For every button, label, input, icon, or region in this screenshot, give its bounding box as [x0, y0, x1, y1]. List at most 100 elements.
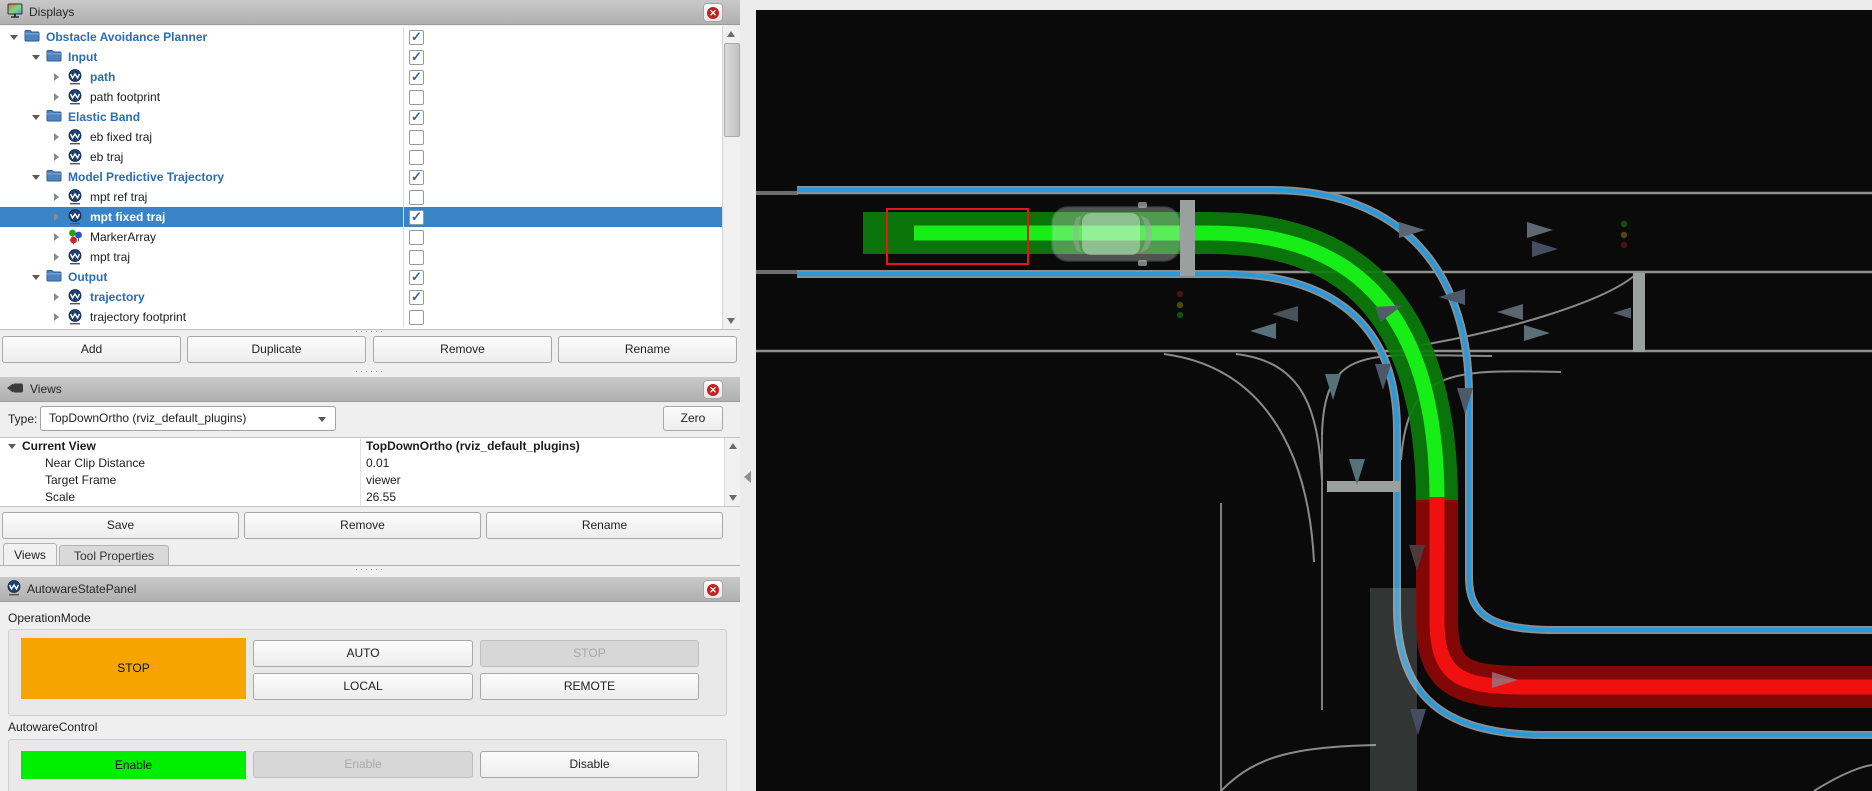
- tab-views[interactable]: Views: [3, 543, 57, 566]
- save-views-button[interactable]: Save: [2, 512, 239, 539]
- tree-item-elastic-band[interactable]: Elastic Band: [0, 107, 723, 127]
- tree-item-eb-traj[interactable]: eb traj: [0, 147, 723, 167]
- operation-mode-status: STOP: [21, 638, 246, 699]
- collapse-arrow[interactable]: [10, 35, 18, 40]
- displays-close-button[interactable]: ✕: [703, 3, 723, 22]
- property-row: Near Clip Distance0.01: [0, 455, 725, 472]
- expand-arrow[interactable]: [54, 193, 59, 201]
- remove-button[interactable]: Remove: [373, 336, 552, 363]
- tree-item-mpt-traj[interactable]: mpt traj: [0, 247, 723, 267]
- control-enable-button: Enable: [253, 751, 473, 778]
- tab-tool-properties[interactable]: Tool Properties: [59, 545, 169, 566]
- splitter-handle[interactable]: [0, 369, 740, 375]
- expand-arrow[interactable]: [54, 153, 59, 161]
- expand-arrow[interactable]: [54, 73, 59, 81]
- scroll-down-icon[interactable]: [729, 495, 737, 501]
- scroll-down-icon[interactable]: [727, 318, 735, 324]
- visibility-checkbox[interactable]: [409, 230, 424, 245]
- tree-item-trajectory[interactable]: trajectory: [0, 287, 723, 307]
- views-close-button[interactable]: ✕: [703, 380, 723, 399]
- scroll-up-icon[interactable]: [729, 443, 737, 449]
- autoware-icon: [68, 189, 82, 208]
- tree-item-mpt-ref-traj[interactable]: mpt ref traj: [0, 187, 723, 207]
- collapse-arrow[interactable]: [32, 115, 40, 120]
- visibility-checkbox[interactable]: [409, 50, 424, 65]
- visibility-checkbox[interactable]: [409, 270, 424, 285]
- properties-scrollbar[interactable]: [724, 438, 740, 506]
- visibility-checkbox[interactable]: [409, 290, 424, 305]
- rename-views-button[interactable]: Rename: [486, 512, 723, 539]
- traffic-light-marker: [1621, 221, 1627, 248]
- expand-arrow[interactable]: [54, 213, 59, 221]
- traffic-light-marker: [1177, 291, 1183, 318]
- splitter-handle[interactable]: [0, 329, 740, 335]
- expand-arrow[interactable]: [54, 133, 59, 141]
- opmode-auto-button[interactable]: AUTO: [253, 640, 473, 667]
- tree-item-output[interactable]: Output: [0, 267, 723, 287]
- visibility-checkbox[interactable]: [409, 170, 424, 185]
- state-panel-header[interactable]: AutowareStatePanel ✕: [0, 577, 740, 602]
- visibility-checkbox[interactable]: [409, 150, 424, 165]
- visibility-cell: [403, 107, 723, 127]
- visibility-cell: [403, 287, 723, 307]
- collapse-panel-icon[interactable]: [744, 471, 751, 483]
- tree-item-model-predictive-trajectory[interactable]: Model Predictive Trajectory: [0, 167, 723, 187]
- property-value[interactable]: TopDownOrtho (rviz_default_plugins): [366, 439, 580, 453]
- rename-button[interactable]: Rename: [558, 336, 737, 363]
- collapse-arrow[interactable]: [32, 275, 40, 280]
- collapse-arrow[interactable]: [32, 175, 40, 180]
- add-button[interactable]: Add: [2, 336, 181, 363]
- expand-arrow[interactable]: [54, 293, 59, 301]
- collapse-arrow[interactable]: [32, 55, 40, 60]
- 3d-viewport[interactable]: [756, 10, 1872, 791]
- property-value[interactable]: 0.01: [366, 456, 389, 470]
- expand-arrow[interactable]: [54, 253, 59, 261]
- collapse-arrow[interactable]: [8, 444, 16, 449]
- visibility-checkbox[interactable]: [409, 250, 424, 265]
- tree-item-path[interactable]: path: [0, 67, 723, 87]
- zero-button[interactable]: Zero: [663, 406, 723, 431]
- tree-item-mpt-fixed-traj[interactable]: mpt fixed traj: [0, 207, 723, 227]
- tree-item-label: path: [90, 70, 115, 84]
- visibility-cell: [403, 127, 723, 147]
- property-value[interactable]: 26.55: [366, 490, 396, 504]
- expand-arrow[interactable]: [54, 313, 59, 321]
- displays-panel-header[interactable]: Displays ✕: [0, 0, 740, 25]
- visibility-checkbox[interactable]: [409, 130, 424, 145]
- visibility-checkbox[interactable]: [409, 190, 424, 205]
- visibility-checkbox[interactable]: [409, 90, 424, 105]
- tree-item-path-footprint[interactable]: path footprint: [0, 87, 723, 107]
- visibility-checkbox[interactable]: [409, 110, 424, 125]
- tree-item-obstacle-avoidance-planner[interactable]: Obstacle Avoidance Planner: [0, 27, 723, 47]
- view-type-select[interactable]: TopDownOrtho (rviz_default_plugins): [40, 406, 336, 431]
- tree-item-input[interactable]: Input: [0, 47, 723, 67]
- control-disable-button[interactable]: Disable: [480, 751, 699, 778]
- tree-item-eb-fixed-traj[interactable]: eb fixed traj: [0, 127, 723, 147]
- close-icon: ✕: [707, 7, 719, 19]
- opmode-local-button[interactable]: LOCAL: [253, 673, 473, 700]
- visibility-checkbox[interactable]: [409, 70, 424, 85]
- panel-tabs: ViewsTool Properties: [0, 543, 740, 566]
- tree-item-label: mpt fixed traj: [90, 210, 165, 224]
- scroll-up-icon[interactable]: [727, 31, 735, 37]
- displays-tree-scrollbar[interactable]: [722, 26, 740, 329]
- scrollbar-thumb[interactable]: [724, 43, 740, 137]
- panel-resize-gutter[interactable]: [740, 0, 756, 791]
- splitter-handle[interactable]: [0, 567, 740, 573]
- duplicate-button[interactable]: Duplicate: [187, 336, 366, 363]
- autoware-icon: [7, 580, 21, 599]
- expand-arrow[interactable]: [54, 93, 59, 101]
- autoware-icon: [68, 69, 82, 88]
- tree-item-label: trajectory footprint: [90, 310, 186, 324]
- property-value[interactable]: viewer: [366, 473, 401, 487]
- tree-item-markerarray[interactable]: MarkerArray: [0, 227, 723, 247]
- state-close-button[interactable]: ✕: [703, 580, 723, 599]
- views-panel-header[interactable]: Views ✕: [0, 377, 740, 402]
- visibility-checkbox[interactable]: [409, 210, 424, 225]
- remove-views-button[interactable]: Remove: [244, 512, 481, 539]
- visibility-checkbox[interactable]: [409, 310, 424, 325]
- opmode-remote-button[interactable]: REMOTE: [480, 673, 699, 700]
- expand-arrow[interactable]: [54, 233, 59, 241]
- tree-item-trajectory-footprint[interactable]: trajectory footprint: [0, 307, 723, 327]
- visibility-checkbox[interactable]: [409, 30, 424, 45]
